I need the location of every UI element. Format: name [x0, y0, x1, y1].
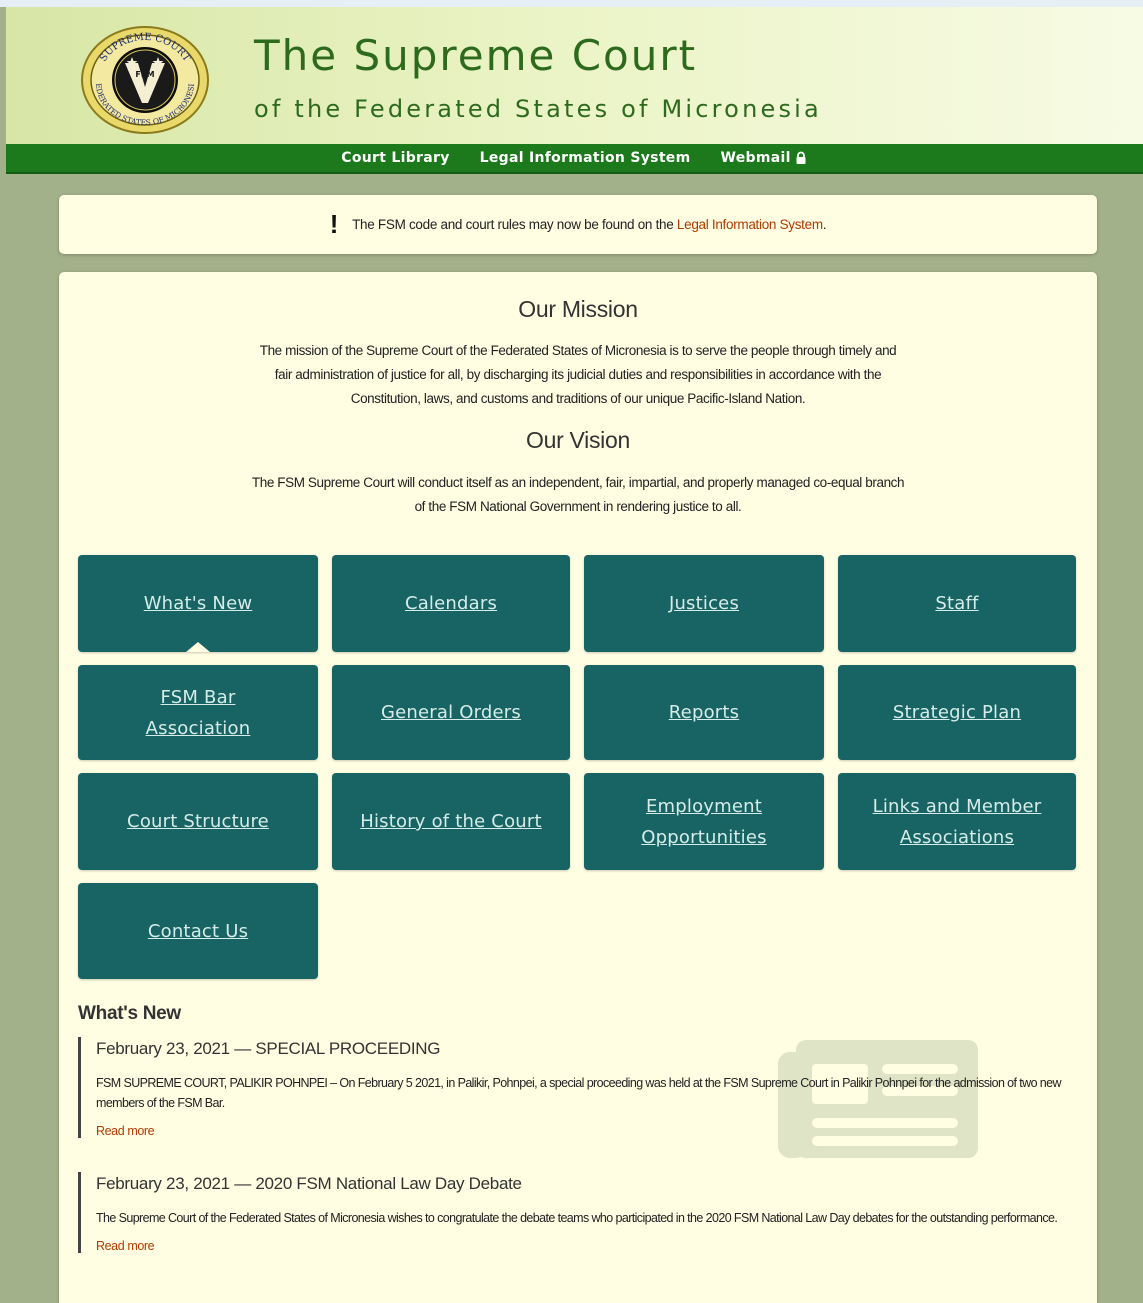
browser-top-strip [0, 0, 1143, 7]
nav-webmail[interactable]: Webmail [721, 150, 808, 166]
tile-court-structure[interactable]: Court Structure [78, 773, 318, 870]
news-item-body: The Supreme Court of the Federated State… [96, 1211, 1058, 1225]
tile-justices[interactable]: Justices [584, 555, 824, 652]
mission-heading: Our Mission [518, 296, 638, 322]
tile-label: Reports [668, 702, 740, 723]
tile-label: General Orders [381, 702, 521, 723]
tile-label: Contact Us [147, 920, 249, 942]
tile-label: Employment Opportunities [641, 791, 766, 853]
tile-employment-opportunities[interactable]: Employment Opportunities [584, 773, 824, 870]
notice-suffix: . [822, 217, 827, 232]
site-title[interactable]: The Supreme Court [254, 31, 697, 80]
exclamation-icon: ! [329, 209, 339, 239]
tile-label-line2: Opportunities [641, 826, 767, 848]
caret-up-icon [186, 642, 210, 652]
tile-label: Calendars [404, 593, 498, 614]
tile-contact-us[interactable]: Contact Us [78, 883, 318, 979]
tile-label: Court Structure [127, 811, 269, 832]
nav-legal-information-system[interactable]: Legal Information System [480, 150, 691, 166]
tile-label-line2: Association [145, 717, 251, 739]
notice-text: The FSM code and court rules may now be … [352, 217, 826, 232]
tile-history-of-the-court[interactable]: History of the Court [332, 773, 570, 870]
news-item-title[interactable]: February 23, 2021 — 2020 FSM National La… [96, 1174, 1078, 1194]
vision-heading: Our Vision [526, 427, 630, 453]
tile-whats-new[interactable]: What's New [78, 555, 318, 652]
news-heading: What's New [78, 1003, 181, 1024]
mission-line: The mission of the Supreme Court of the … [259, 343, 897, 358]
notice-message: The FSM code and court rules may now be … [352, 217, 677, 232]
lock-icon [796, 151, 806, 164]
tile-label-line1: Employment [645, 795, 763, 817]
tile-calendars[interactable]: Calendars [332, 555, 570, 652]
notice-legal-info-link[interactable]: Legal Information System [677, 217, 823, 232]
site-subtitle: of the Federated States of Micronesia [254, 95, 822, 123]
mission-line: fair administration of justice for all, … [274, 367, 882, 382]
tile-links-and-member-associations[interactable]: Links and Member Associations [838, 773, 1076, 870]
news-item-title[interactable]: February 23, 2021 — SPECIAL PROCEEDING [96, 1039, 1078, 1059]
news-item-body: FSM SUPREME COURT, PALIKIR POHNPEI – On … [96, 1076, 1062, 1110]
mission-line: Constitution, laws, and customs and trad… [350, 391, 806, 406]
court-seal-logo[interactable]: SUPREME COURT FEDERATED STATES OF MICRON… [80, 25, 210, 135]
site-header: SUPREME COURT FEDERATED STATES OF MICRON… [6, 7, 1143, 144]
tile-label: History of the Court [360, 811, 542, 832]
news-item: February 23, 2021 — SPECIAL PROCEEDING F… [78, 1037, 1078, 1138]
vision-line: The FSM Supreme Court will conduct itsel… [251, 475, 905, 490]
tile-label: Staff [935, 593, 979, 614]
tile-label: Links and Member Associations [873, 791, 1042, 853]
tile-label-line1: Links and Member [872, 795, 1042, 817]
tile-fsm-bar-association[interactable]: FSM Bar Association [78, 665, 318, 760]
tile-strategic-plan[interactable]: Strategic Plan [838, 665, 1076, 760]
nav-court-library[interactable]: Court Library [341, 150, 449, 166]
vision-line: of the FSM National Government in render… [414, 499, 742, 514]
read-more-link[interactable]: Read more [96, 1124, 1078, 1138]
tile-reports[interactable]: Reports [584, 665, 824, 760]
tile-label: What's New [143, 593, 253, 614]
news-item: February 23, 2021 — 2020 FSM National La… [78, 1172, 1078, 1253]
main-content-panel: Our Mission The mission of the Supreme C… [59, 272, 1097, 1303]
tile-staff[interactable]: Staff [838, 555, 1076, 652]
vision-text: The FSM Supreme Court will conduct itsel… [159, 471, 997, 519]
read-more-link[interactable]: Read more [96, 1239, 1078, 1253]
top-navigation: Court Library Legal Information System W… [6, 144, 1143, 174]
mission-text: The mission of the Supreme Court of the … [159, 339, 997, 411]
notice-banner: ! The FSM code and court rules may now b… [59, 195, 1097, 254]
tile-label-line1: FSM Bar [160, 686, 236, 708]
tile-label: Justices [668, 593, 740, 614]
tile-label: Strategic Plan [892, 702, 1022, 723]
nav-webmail-label: Webmail [720, 150, 791, 166]
tile-general-orders[interactable]: General Orders [332, 665, 570, 760]
seal-center-text: FSM [135, 70, 154, 79]
tile-label-line2: Associations [899, 826, 1015, 848]
tile-label: FSM Bar Association [146, 682, 251, 744]
